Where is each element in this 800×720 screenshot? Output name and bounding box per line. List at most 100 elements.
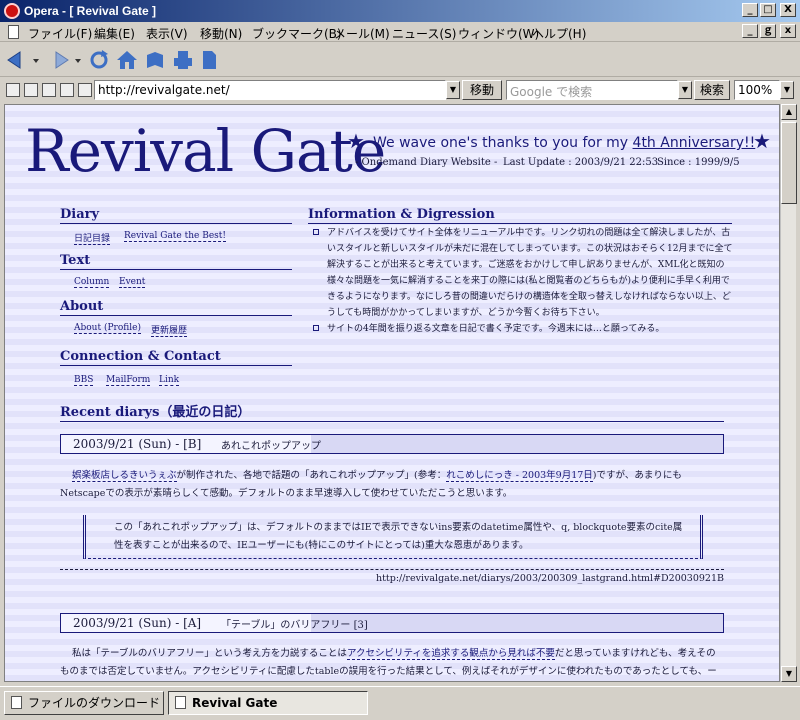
- search-engine-dropdown-icon[interactable]: ▼: [678, 81, 692, 99]
- mdi-close-button[interactable]: x: [780, 24, 796, 38]
- bullet-icon: [313, 229, 319, 235]
- back-history-icon[interactable]: [32, 49, 40, 71]
- home-button[interactable]: [116, 49, 138, 71]
- reload-button[interactable]: [88, 49, 110, 71]
- mailform-link[interactable]: MailForm: [106, 375, 151, 386]
- diary-heading: Diary: [60, 207, 292, 224]
- url-input[interactable]: http://revivalgate.net/: [94, 80, 446, 100]
- menu-edit[interactable]: 編集(E): [94, 25, 135, 42]
- vertical-scrollbar[interactable]: ▲ ▼: [780, 104, 797, 682]
- tab-bar: ファイルのダウンロード Revival Gate: [0, 686, 800, 720]
- scroll-thumb[interactable]: [781, 122, 797, 204]
- diary-date: 2003/9/21 (Sun) - [A]: [73, 616, 202, 630]
- about-heading: About: [60, 299, 292, 316]
- maximize-button[interactable]: □: [760, 3, 776, 17]
- printer-small-icon[interactable]: [60, 83, 74, 97]
- star-icon: ★: [347, 129, 365, 153]
- tab-revival-gate[interactable]: Revival Gate: [168, 691, 368, 715]
- window-title: Opera - [ Revival Gate ]: [24, 4, 157, 18]
- new-page-button[interactable]: [198, 49, 220, 71]
- back-button[interactable]: [6, 49, 28, 71]
- hotlist-button[interactable]: [144, 49, 166, 71]
- home-icon: [117, 51, 137, 69]
- accessibility-link[interactable]: アクセシビリティを追求する観点から見れば不要: [346, 648, 555, 660]
- zoom-select[interactable]: 100%: [734, 80, 780, 100]
- diary-title: あれこれポップアップ: [221, 441, 321, 452]
- print-icon: [174, 51, 192, 69]
- diary-body: 私は「テーブルのバリアフリー」という考え方を力説することはアクセシビリティを追求…: [60, 648, 717, 677]
- tab-downloads[interactable]: ファイルのダウンロード: [4, 691, 164, 715]
- download-icon: [11, 696, 22, 709]
- page-info-icon[interactable]: [42, 83, 56, 97]
- recent-diaries-heading: Recent diarys（最近の日記）: [60, 401, 724, 422]
- hotlist-icon: [147, 52, 163, 68]
- anniversary-message: We wave one's thanks to you for my 4th A…: [373, 135, 755, 151]
- forward-button[interactable]: [48, 49, 70, 71]
- anniversary-link[interactable]: 4th Anniversary!!: [633, 135, 756, 151]
- search-button[interactable]: 検索: [694, 80, 730, 100]
- tagline: - Ondemand Diary Website -: [355, 157, 498, 168]
- since-date: Since : 1999/9/5: [657, 157, 740, 168]
- page-icon: [175, 696, 186, 709]
- event-link[interactable]: Event: [119, 277, 146, 288]
- menu-mail[interactable]: メール(M): [334, 25, 390, 42]
- menu-file[interactable]: ファイル(F): [28, 25, 92, 42]
- menu-bar: ファイル(F) 編集(E) 表示(V) 移動(N) ブックマーク(B) メール(…: [0, 22, 800, 42]
- site-icon: [78, 83, 92, 97]
- go-button[interactable]: 移動: [462, 80, 502, 100]
- site-logo: Revival Gate: [25, 117, 386, 185]
- diary-date: 2003/9/21 (Sun) - [B]: [73, 437, 202, 451]
- close-button[interactable]: X: [780, 3, 796, 17]
- forward-history-icon[interactable]: [74, 49, 82, 71]
- menu-help[interactable]: ヘルプ(H): [532, 25, 586, 42]
- menu-news[interactable]: ニュース(S): [392, 25, 456, 42]
- diary-entry-header: 2003/9/21 (Sun) - [B] あれこれポップアップ: [60, 434, 724, 454]
- anniversary-text: We wave one's thanks to you for my: [373, 135, 633, 151]
- menu-window[interactable]: ウィンドウ(W): [458, 25, 539, 42]
- mdi-restore-button[interactable]: ｇ: [760, 24, 776, 38]
- scroll-up-icon[interactable]: ▲: [781, 104, 797, 120]
- silkyweb-link[interactable]: 娯楽板店しるきいうぇぶ: [72, 470, 177, 482]
- search-input[interactable]: Google で検索: [506, 80, 678, 100]
- diary-index-link[interactable]: 日記目録: [74, 231, 111, 245]
- reload-icon: [90, 50, 108, 69]
- security-icon[interactable]: [6, 83, 20, 97]
- opera-logo-icon: [4, 3, 20, 19]
- diary-entry-header: 2003/9/21 (Sun) - [A] 「テーブル」のバリアフリー [3]: [60, 613, 724, 633]
- star-icon: ★: [753, 129, 771, 153]
- diary-title: 「テーブル」のバリアフリー [3]: [221, 620, 368, 631]
- bbs-link[interactable]: BBS: [74, 375, 94, 386]
- diary-best-link[interactable]: Revival Gate the Best!: [124, 231, 227, 242]
- diary-body: 娯楽板店しるきいうぇぶが制作された、各地で話題の「あれこれポップアップ」(参考：…: [60, 470, 682, 499]
- info-item: サイトの4年間を振り返る文章を日記で書く予定です。今週末には…と願ってみる。: [313, 321, 733, 337]
- new-page-icon: [203, 51, 216, 69]
- zoom-dropdown-icon[interactable]: ▼: [780, 81, 794, 99]
- title-bar: Opera - [ Revival Gate ] _ □ X: [0, 0, 800, 22]
- print-button[interactable]: [172, 49, 194, 71]
- url-dropdown-icon[interactable]: ▼: [446, 81, 460, 99]
- mdi-minimize-button[interactable]: _: [742, 24, 758, 38]
- page-viewport: Revival Gate ★ We wave one's thanks to y…: [4, 104, 780, 682]
- recomeshi-link[interactable]: れこめしにっき - 2003年9月17日: [446, 470, 593, 482]
- menu-view[interactable]: 表示(V): [146, 25, 188, 42]
- menu-bookmarks[interactable]: ブックマーク(B): [252, 25, 342, 42]
- update-history-link[interactable]: 更新履歴: [151, 323, 188, 337]
- connection-heading: Connection & Contact: [60, 349, 292, 366]
- info-heading: Information & Digression: [308, 207, 732, 224]
- blockquote: この「あれこれポップアップ」は、デフォルトのままではIEで表示できないins要素…: [83, 515, 703, 559]
- info-text: サイトの4年間を振り返る文章を日記で書く予定です。今週末には…と願ってみる。: [327, 324, 665, 334]
- bullet-icon: [313, 325, 319, 331]
- permalink[interactable]: http://revivalgate.net/diarys/2003/20030…: [60, 569, 724, 584]
- info-item: アドバイスを受けてサイト全体をリニューアル中です。リンク切れの問題は全て解決しま…: [313, 225, 733, 321]
- cookie-icon[interactable]: [24, 83, 38, 97]
- document-icon: [8, 25, 19, 39]
- scroll-down-icon[interactable]: ▼: [781, 666, 797, 682]
- info-text: アドバイスを受けてサイト全体をリニューアル中です。リンク切れの問題は全て解決しま…: [327, 228, 733, 318]
- forward-arrow-icon: [55, 51, 69, 69]
- text-heading: Text: [60, 253, 292, 270]
- minimize-button[interactable]: _: [742, 3, 758, 17]
- column-link[interactable]: Column: [74, 277, 110, 288]
- menu-navigate[interactable]: 移動(N): [200, 25, 242, 42]
- about-profile-link[interactable]: About (Profile): [74, 323, 141, 334]
- link-page-link[interactable]: Link: [159, 375, 180, 386]
